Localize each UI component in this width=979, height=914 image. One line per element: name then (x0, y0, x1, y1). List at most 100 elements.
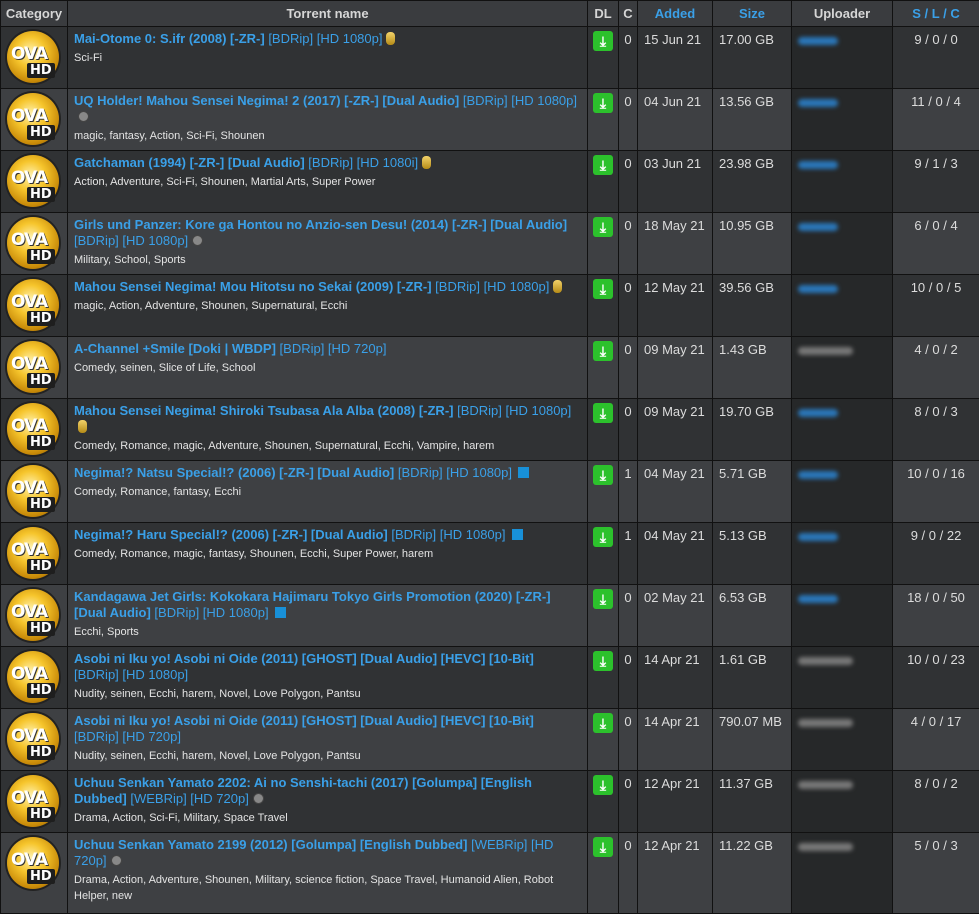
download-icon[interactable]: ⤓ (593, 341, 613, 361)
torrent-title-link[interactable]: Negima!? Natsu Special!? (2006) [-ZR-] [… (74, 465, 394, 480)
col-header-category[interactable]: Category (1, 1, 68, 27)
torrent-format-tags[interactable]: [WEBRip] [HD 720p] (130, 791, 249, 806)
comments-count: 0 (619, 89, 638, 151)
uploader-link-redacted[interactable] (798, 223, 838, 231)
torrent-format-tags[interactable]: [BDRip] [HD 1080i] (308, 155, 418, 170)
ova-hd-category-icon[interactable]: OVAHD (7, 341, 59, 393)
uploader-link-redacted[interactable] (798, 347, 853, 355)
download-icon[interactable]: ⤓ (593, 775, 613, 795)
status-dot-icon (111, 855, 122, 866)
uploader-link-redacted[interactable] (798, 99, 838, 107)
torrent-title-link[interactable]: Girls und Panzer: Kore ga Hontou no Anzi… (74, 217, 567, 232)
torrent-title-link[interactable]: Asobi ni Iku yo! Asobi ni Oide (2011) [G… (74, 651, 534, 666)
torrent-format-tags[interactable]: [BDRip] [HD 720p] (280, 341, 387, 356)
download-icon[interactable]: ⤓ (593, 465, 613, 485)
table-header-row: Category Torrent name DL C Added Size Up… (1, 1, 979, 27)
col-header-slc[interactable]: S / L / C (893, 1, 979, 27)
download-icon[interactable]: ⤓ (593, 527, 613, 547)
uploader-link-redacted[interactable] (798, 471, 838, 479)
new-square-icon (518, 467, 529, 478)
torrent-format-tags[interactable]: [BDRip] [HD 1080p] (435, 279, 549, 294)
torrent-name-cell: Asobi ni Iku yo! Asobi ni Oide (2011) [G… (68, 647, 588, 709)
download-icon[interactable]: ⤓ (593, 31, 613, 51)
ova-hd-category-icon[interactable]: OVAHD (7, 465, 59, 517)
uploader-link-redacted[interactable] (798, 161, 838, 169)
download-icon[interactable]: ⤓ (593, 589, 613, 609)
uploader-cell (792, 585, 893, 647)
added-date: 12 Apr 21 (638, 833, 713, 914)
torrent-format-tags[interactable]: [BDRip] [HD 1080p] (268, 31, 382, 46)
torrent-format-tags[interactable]: [BDRip] [HD 1080p] (398, 465, 512, 480)
torrent-format-tags[interactable]: [BDRip] [HD 1080p] (457, 403, 571, 418)
uploader-link-redacted[interactable] (798, 37, 838, 45)
download-icon[interactable]: ⤓ (593, 93, 613, 113)
torrent-format-tags[interactable]: [BDRip] [HD 1080p] (463, 93, 577, 108)
torrent-format-tags[interactable]: [BDRip] [HD 1080p] (74, 233, 188, 248)
ova-hd-category-icon[interactable]: OVAHD (7, 775, 59, 827)
torrent-title-link[interactable]: UQ Holder! Mahou Sensei Negima! 2 (2017)… (74, 93, 459, 108)
comments-count: 1 (619, 523, 638, 585)
torrent-name-cell: Asobi ni Iku yo! Asobi ni Oide (2011) [G… (68, 709, 588, 771)
torrent-title-link[interactable]: Negima!? Haru Special!? (2006) [-ZR-] [D… (74, 527, 388, 542)
download-icon[interactable]: ⤓ (593, 279, 613, 299)
sort-leechers[interactable]: L (932, 6, 940, 21)
uploader-link-redacted[interactable] (798, 719, 853, 727)
torrent-name-cell: Uchuu Senkan Yamato 2202: Ai no Senshi-t… (68, 771, 588, 833)
torrent-title-link[interactable]: Mahou Sensei Negima! Shiroki Tsubasa Ala… (74, 403, 453, 418)
comments-count: 0 (619, 585, 638, 647)
torrent-format-tags[interactable]: [BDRip] [HD 1080p] (154, 605, 268, 620)
seeders-leechers-completed: 10 / 0 / 16 (893, 461, 979, 523)
ova-hd-category-icon[interactable]: OVAHD (7, 651, 59, 703)
torrent-format-tags[interactable]: [BDRip] [HD 720p] (74, 729, 181, 744)
download-icon[interactable]: ⤓ (593, 217, 613, 237)
category-cell: OVAHD (1, 27, 68, 89)
genre-tags: Sci-Fi (74, 50, 581, 66)
col-header-torrent-name[interactable]: Torrent name (68, 1, 588, 27)
torrent-title-link[interactable]: Kandagawa Jet Girls: Kokokara Hajimaru T… (74, 589, 551, 620)
download-cell: ⤓ (588, 337, 619, 399)
file-size: 39.56 GB (713, 275, 792, 337)
uploader-link-redacted[interactable] (798, 595, 838, 603)
added-date: 12 Apr 21 (638, 771, 713, 833)
col-header-added[interactable]: Added (638, 1, 713, 27)
ova-hd-category-icon[interactable]: OVAHD (7, 837, 59, 889)
uploader-link-redacted[interactable] (798, 657, 853, 665)
download-icon[interactable]: ⤓ (593, 403, 613, 423)
table-row: OVAHD Gatchaman (1994) [-ZR-] [Dual Audio… (1, 151, 979, 213)
ova-hd-category-icon[interactable]: OVAHD (7, 93, 59, 145)
torrent-title-link[interactable]: Gatchaman (1994) [-ZR-] [Dual Audio] (74, 155, 305, 170)
sort-completed[interactable]: C (950, 6, 959, 21)
ova-hd-category-icon[interactable]: OVAHD (7, 527, 59, 579)
ova-hd-category-icon[interactable]: OVAHD (7, 713, 59, 765)
uploader-link-redacted[interactable] (798, 781, 853, 789)
table-row: OVAHD Asobi ni Iku yo! Asobi ni Oide (201… (1, 647, 979, 709)
uploader-link-redacted[interactable] (798, 843, 853, 851)
ova-hd-category-icon[interactable]: OVAHD (7, 403, 59, 455)
category-cell: OVAHD (1, 709, 68, 771)
seeders-leechers-completed: 11 / 0 / 4 (893, 89, 979, 151)
ova-hd-category-icon[interactable]: OVAHD (7, 217, 59, 269)
ova-hd-category-icon[interactable]: OVAHD (7, 155, 59, 207)
uploader-link-redacted[interactable] (798, 409, 838, 417)
ova-hd-category-icon[interactable]: OVAHD (7, 31, 59, 83)
torrent-format-tags[interactable]: [BDRip] [HD 1080p] (391, 527, 505, 542)
torrent-format-tags[interactable]: [BDRip] [HD 1080p] (74, 667, 188, 682)
download-icon[interactable]: ⤓ (593, 651, 613, 671)
torrent-title-link[interactable]: Mahou Sensei Negima! Mou Hitotsu no Seka… (74, 279, 432, 294)
download-icon[interactable]: ⤓ (593, 837, 613, 857)
torrent-title-link[interactable]: Mai-Otome 0: S.ifr (2008) [-ZR-] (74, 31, 265, 46)
ova-hd-category-icon[interactable]: OVAHD (7, 589, 59, 641)
download-icon[interactable]: ⤓ (593, 713, 613, 733)
torrent-title-link[interactable]: Uchuu Senkan Yamato 2199 (2012) [Golumpa… (74, 837, 467, 852)
torrent-title-link[interactable]: A-Channel +Smile [Doki | WBDP] (74, 341, 276, 356)
added-date: 12 May 21 (638, 275, 713, 337)
file-size: 5.71 GB (713, 461, 792, 523)
uploader-link-redacted[interactable] (798, 533, 838, 541)
col-header-size[interactable]: Size (713, 1, 792, 27)
download-icon[interactable]: ⤓ (593, 155, 613, 175)
torrent-title-link[interactable]: Asobi ni Iku yo! Asobi ni Oide (2011) [G… (74, 713, 534, 728)
ova-hd-category-icon[interactable]: OVAHD (7, 279, 59, 331)
sort-seeders[interactable]: S (912, 6, 921, 21)
seeders-leechers-completed: 4 / 0 / 2 (893, 337, 979, 399)
uploader-link-redacted[interactable] (798, 285, 838, 293)
